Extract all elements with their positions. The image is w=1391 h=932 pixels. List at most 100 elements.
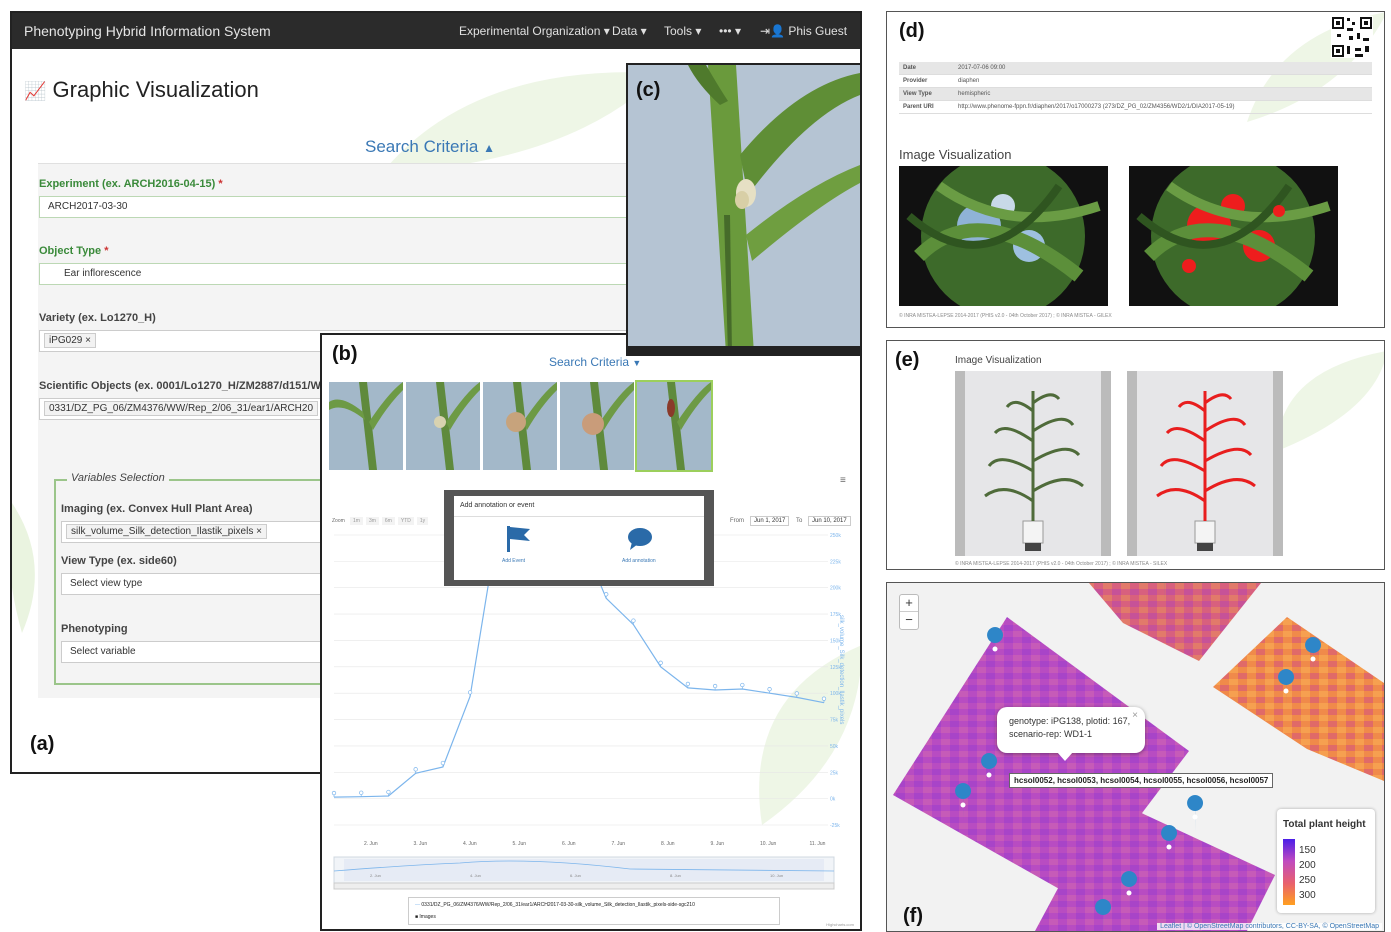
zoom-6m-button[interactable]: 6m [381,517,395,525]
x-tick-label: 11. Jun [809,841,825,847]
nav-experimental-organization[interactable]: Experimental Organization ▾ [459,24,610,38]
close-icon[interactable]: × [1132,709,1138,722]
data-point-marker[interactable] [794,691,799,698]
thumbnail-image-4[interactable] [560,382,634,470]
thumbnail-image-1[interactable] [329,382,403,470]
y-tick-label: 225k [830,559,841,565]
legend-images-item[interactable]: ■ Images [415,914,436,920]
panel-e-plant-image: (e) Image Visualization © INRA MISTEA-LE… [886,340,1385,570]
data-point-marker[interactable] [740,682,745,689]
plot-ids-label: hcsol0052, hcsol0053, hcsol0054, hcsol00… [1009,773,1274,788]
add-annotation-button[interactable] [626,526,654,552]
experiment-label: Experiment (ex. ARCH2016-04-15) * [39,178,223,190]
data-point-marker[interactable] [821,696,827,703]
zoom-buttons: 1m 3m 6m YTD 1y [350,517,429,525]
chart-legend: — 0331/DZ_PG_06/ZM4376/WW/Rep_2/06_31/ea… [408,897,780,925]
x-tick-label: 6. Jun [562,841,576,847]
panel-d-hemispheric-image: (d) Date 2017-07-06 09:00 Provider diaph… [886,11,1385,328]
map-marker-icon[interactable] [1161,825,1178,863]
maize-stem-photo [329,382,403,470]
maize-stem-photo [560,382,634,470]
nav-data[interactable]: Data ▾ [612,24,647,38]
maize-silk-photo [628,65,860,354]
data-point-marker[interactable] [331,790,337,798]
map-popup-tooltip: genotype: iPG138, plotid: 167, scenario-… [997,707,1145,753]
zoom-1m-button[interactable]: 1m [350,517,363,525]
data-point-marker[interactable] [440,760,446,767]
data-point-marker[interactable] [712,683,718,691]
data-point-marker[interactable] [467,690,473,697]
maize-stem-photo [483,382,557,470]
table-row: Date 2017-07-06 09:00 [899,62,1372,75]
hemispheric-image-original[interactable] [899,166,1108,306]
map-marker-icon[interactable] [987,627,1004,665]
annotation-popup-overlay: Add annotation or event Add Event Add an… [444,490,714,586]
add-event-button[interactable] [504,524,532,554]
legend-color-scale [1283,839,1295,905]
y-tick-label: -25k [830,823,840,829]
search-criteria-toggle[interactable]: Search Criteria ▲ [365,137,495,157]
map-marker-icon[interactable] [981,753,998,791]
zoom-ytd-button[interactable]: YTD [397,517,414,525]
y-tick-label: 50k [830,744,839,750]
chart-menu-icon[interactable]: ≡ [840,475,846,486]
maize-plant-image-original[interactable] [955,371,1111,556]
user-name: Phis Guest [788,24,848,38]
maize-plant-image-segmented[interactable] [1127,371,1283,556]
user-menu[interactable]: ⇥👤 Phis Guest [760,24,847,38]
data-point-marker[interactable] [658,660,663,667]
app-brand[interactable]: Phenotyping Hybrid Information System [24,23,271,39]
top-navbar: Phenotyping Hybrid Information System Ex… [12,13,860,49]
add-event-label[interactable]: Add Event [502,558,525,564]
nav-more[interactable]: ••• ▾ [719,24,741,38]
map-marker-icon[interactable] [1187,795,1204,833]
navigator-label: 6. Jun [570,873,581,878]
add-annotation-label[interactable]: Add annotation [622,558,656,564]
chevron-down-icon: ▼ [632,358,642,368]
zoom-1y-button[interactable]: 1y [416,517,429,525]
variety-label: Variety (ex. Lo1270_H) [39,312,156,324]
map-marker-icon[interactable] [955,783,972,821]
x-tick-label: 8. Jun [661,841,675,847]
scientific-object-tag[interactable]: 0331/DZ_PG_06/ZM4376/WW/Rep_2/06_31/ear1… [44,401,319,416]
legend-series-item[interactable]: — 0331/DZ_PG_06/ZM4376/WW/Rep_2/06_31/ea… [415,902,775,908]
object-type-select[interactable]: Ear inflorescence [39,263,639,285]
to-date-input[interactable]: Jun 10, 2017 [808,516,851,526]
scientific-objects-label: Scientific Objects (ex. 0001/Lo1270_H/ZM… [39,380,338,392]
search-criteria-toggle[interactable]: Search Criteria ▼ [549,355,641,369]
image-visualization-heading: Image Visualization [899,147,1012,162]
navigator-label: 10. Jun [770,873,783,878]
thumbnail-image-3[interactable] [483,382,557,470]
x-tick-label: 3. Jun [413,841,427,847]
thumbnail-image-5-selected[interactable] [635,380,713,472]
map-marker-icon[interactable] [1121,871,1138,909]
map-marker-icon[interactable] [1278,669,1295,707]
zoom-3m-button[interactable]: 3m [365,517,379,525]
map-marker-icon[interactable] [1095,899,1112,931]
experiment-input[interactable]: ARCH2017-03-30 [39,196,639,218]
phenotyping-label: Phenotyping [61,623,128,635]
map-marker-icon[interactable] [1305,637,1322,675]
hemispheric-image-segmented[interactable] [1129,166,1338,306]
variety-tag[interactable]: iPG029 × [44,333,96,348]
page-title: 📈 Graphic Visualization [24,77,259,102]
map-attribution[interactable]: Leaflet | © OpenStreetMap contributors, … [1157,923,1382,930]
legend-title: Total plant height [1283,819,1366,830]
imaging-tag[interactable]: silk_volume_Silk_detection_Ilastik_pixel… [66,524,267,539]
nav-tools[interactable]: Tools ▾ [664,24,701,38]
data-point-marker[interactable] [767,687,772,694]
panel-label-e: (e) [895,349,920,371]
y-tick-label: 200k [830,586,841,592]
map-marker-icon[interactable] [1156,583,1172,603]
data-point-marker[interactable] [359,790,364,797]
tooltip-tip [1057,752,1073,761]
data-point-marker[interactable] [604,592,609,599]
navigator-scrollbar[interactable] [333,882,835,890]
highcharts-credits[interactable]: Highcharts.com [826,922,854,927]
copyright-footer: © INRA MISTEA-LEPSE 2014-2017 (PHIS v2.0… [955,561,1168,567]
thumbnail-image-2[interactable] [406,382,480,470]
panel-label-b: (b) [332,343,358,365]
from-date-input[interactable]: Jun 1, 2017 [750,516,790,526]
from-label: From [730,518,744,524]
tooltip-line-1: genotype: iPG138, plotid: 167, [1009,716,1131,726]
